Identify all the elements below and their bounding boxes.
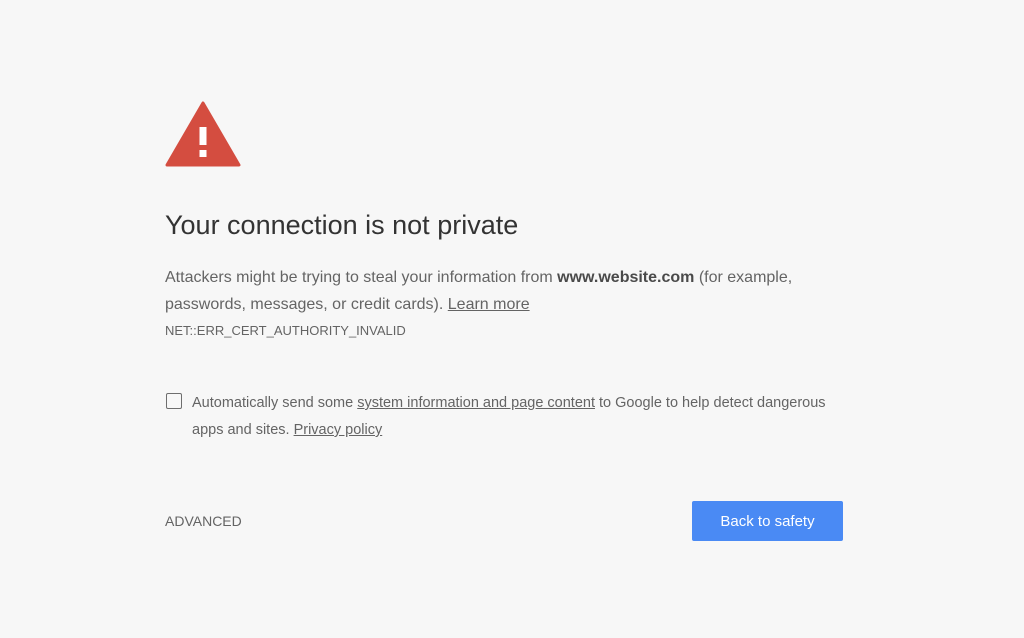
interstitial-page: Your connection is not private Attackers… (0, 0, 1024, 638)
reporting-checkbox[interactable] (166, 393, 182, 409)
reporting-text: Automatically send some (192, 395, 358, 411)
advanced-button[interactable]: ADVANCED (165, 513, 242, 529)
warning-triangle-icon (165, 101, 241, 167)
privacy-policy-link[interactable]: Privacy policy (294, 422, 383, 438)
host-name: www.website.com (557, 269, 695, 286)
main-message: Attackers might be trying to steal your … (165, 264, 805, 318)
reporting-label: Automatically send some system informati… (192, 390, 832, 444)
error-code: NET::ERR_CERT_AUTHORITY_INVALID (165, 323, 406, 338)
system-info-link[interactable]: system information and page content (357, 395, 595, 411)
page-title: Your connection is not private (165, 210, 519, 240)
message-text: Attackers might be trying to steal your … (165, 269, 558, 286)
learn-more-link[interactable]: Learn more (448, 296, 530, 313)
back-to-safety-button[interactable]: Back to safety (692, 501, 843, 541)
